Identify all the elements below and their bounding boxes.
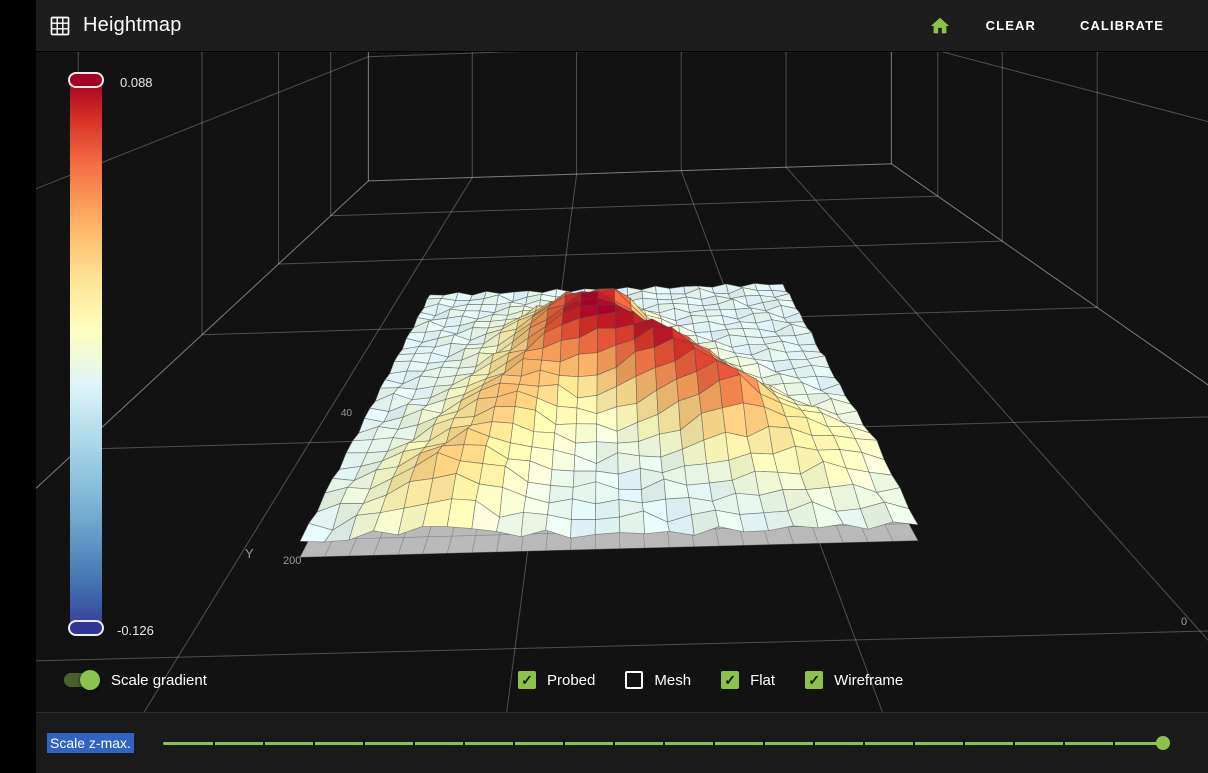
- heightmap-3d-plot[interactable]: Y 200 40 0: [36, 52, 1208, 712]
- slider-tick: [1012, 740, 1015, 747]
- slider-tick: [262, 740, 265, 747]
- checkbox-label: Flat: [750, 671, 776, 689]
- footer-slider-bar: Scale z-max.: [36, 712, 1208, 773]
- slider-tick: [962, 740, 965, 747]
- checkbox-wireframe[interactable]: ✓ Wireframe: [805, 671, 903, 689]
- slider-tick: [612, 740, 615, 747]
- scale-zmax-slider[interactable]: [162, 733, 1170, 753]
- display-mode-checkboxes: ✓ Probed Mesh ✓ Flat ✓ Wireframe: [518, 662, 903, 698]
- plot-area: Y 200 40 0 0.088 -0.126 Scale gradient ✓ Pro…: [36, 52, 1208, 712]
- checkbox-flat[interactable]: ✓ Flat: [721, 671, 775, 689]
- colorbar-max-value: 0.088: [120, 75, 153, 90]
- checkbox-probed[interactable]: ✓ Probed: [518, 671, 595, 689]
- page-title: Heightmap: [83, 14, 182, 36]
- colorbar-max-cap: [68, 72, 104, 88]
- home-button[interactable]: [924, 10, 956, 42]
- slider-track[interactable]: [162, 740, 1163, 747]
- svg-text:Y: Y: [245, 546, 254, 561]
- home-icon: [929, 15, 951, 37]
- toggle-thumb: [80, 670, 100, 690]
- clear-button[interactable]: CLEAR: [972, 9, 1050, 42]
- scale-zmax-label: Scale z-max.: [47, 733, 134, 753]
- slider-tick: [412, 740, 415, 747]
- probed-surface: [299, 282, 919, 543]
- calibrate-button[interactable]: CALIBRATE: [1066, 9, 1178, 42]
- svg-text:200: 200: [283, 555, 301, 567]
- checkbox-mesh[interactable]: Mesh: [625, 671, 691, 689]
- slider-tick: [212, 740, 215, 747]
- colorbar-gradient: [70, 80, 102, 636]
- slider-tick: [1062, 740, 1065, 747]
- checkbox-unchecked-icon: [625, 671, 644, 689]
- colorbar-min-cap: [68, 620, 104, 636]
- slider-tick: [912, 740, 915, 747]
- slider-tick: [362, 740, 365, 747]
- slider-tick: [862, 740, 865, 747]
- checkbox-checked-icon: ✓: [721, 671, 740, 689]
- slider-tick: [312, 740, 315, 747]
- slider-tick: [462, 740, 465, 747]
- scale-gradient-toggle[interactable]: Scale gradient: [64, 662, 207, 698]
- slider-tick: [712, 740, 715, 747]
- slider-tick: [662, 740, 665, 747]
- slider-thumb[interactable]: [1156, 736, 1170, 750]
- header-actions: CLEAR CALIBRATE: [924, 9, 1178, 42]
- header-bar: Heightmap CLEAR CALIBRATE: [36, 0, 1208, 52]
- checkbox-label: Mesh: [654, 671, 692, 689]
- svg-text:0: 0: [1181, 616, 1187, 628]
- slider-tick: [762, 740, 765, 747]
- slider-tick: [512, 740, 515, 747]
- heightmap-grid-icon: [50, 16, 70, 36]
- scale-gradient-label: Scale gradient: [111, 671, 207, 689]
- slider-tick: [812, 740, 815, 747]
- gradient-colorbar: [68, 72, 104, 636]
- toggle-track[interactable]: [64, 670, 100, 690]
- checkbox-label: Wireframe: [834, 671, 904, 689]
- checkbox-label: Probed: [547, 671, 596, 689]
- checkbox-checked-icon: ✓: [518, 671, 536, 689]
- colorbar-min-value: -0.126: [117, 623, 154, 638]
- slider-tick: [562, 740, 565, 747]
- header-title-group: Heightmap: [50, 14, 182, 37]
- checkbox-checked-icon: ✓: [805, 671, 824, 689]
- svg-text:40: 40: [341, 408, 353, 419]
- slider-tick: [1112, 740, 1115, 747]
